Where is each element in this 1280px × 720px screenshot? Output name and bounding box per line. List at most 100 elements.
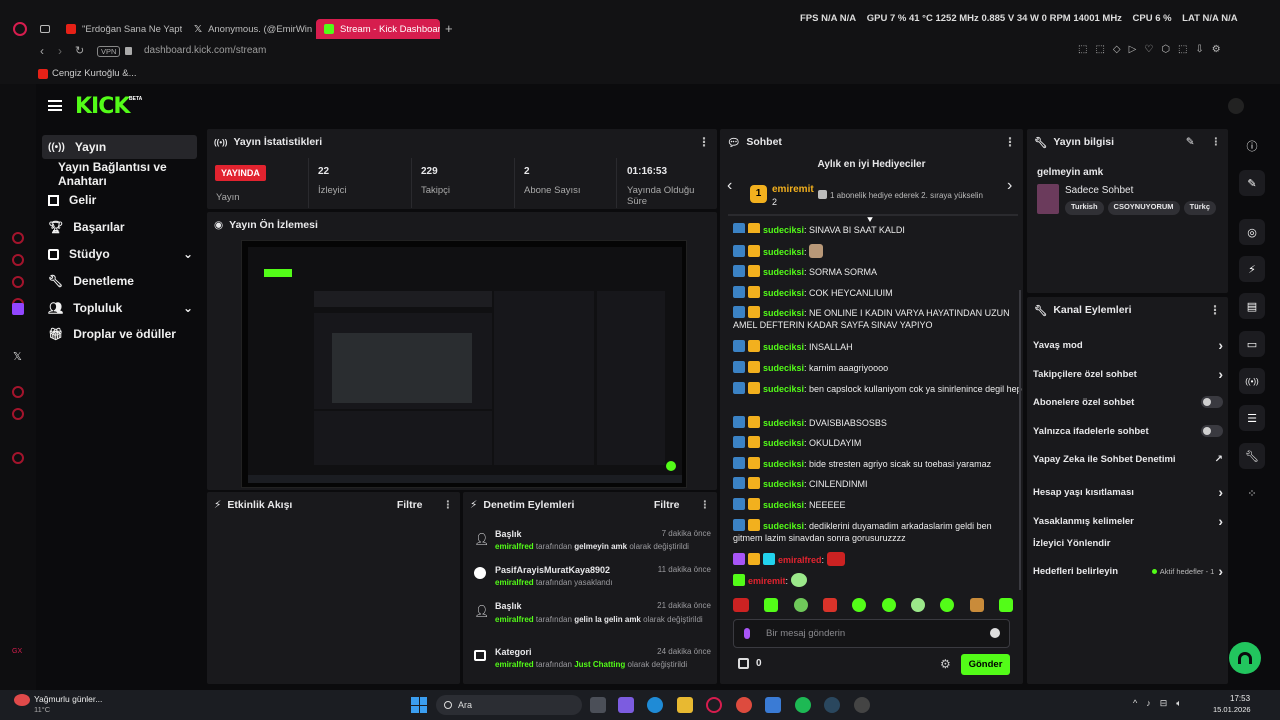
tray-icons[interactable]: ^♪⊟🔈︎ (1133, 698, 1191, 709)
chevron-left-icon[interactable]: ‹ (727, 177, 732, 195)
emote-icon[interactable] (910, 598, 925, 612)
weather-icon[interactable] (14, 694, 30, 706)
edit-icon[interactable]: ✎ (1239, 170, 1265, 196)
tab-x[interactable]: 𝕏Anonymous. (@EmirWinc... (186, 19, 312, 39)
bookmark-item[interactable]: Cengiz Kurtoğlu &... (52, 68, 137, 79)
back-icon[interactable]: ‹ (40, 44, 44, 58)
tag[interactable]: Turkish (1065, 201, 1104, 215)
channel-points[interactable]: 0 (738, 658, 762, 669)
user-avatar[interactable] (1228, 98, 1244, 114)
gifter-name[interactable]: emiremit (772, 184, 814, 195)
support-headset-icon[interactable] (1229, 642, 1261, 674)
chevron-right-icon[interactable]: › (1007, 177, 1012, 195)
toggle-switch[interactable] (1201, 396, 1223, 408)
more-options-icon[interactable]: ⋮ (443, 499, 454, 511)
filter-button[interactable]: Filtre (397, 499, 423, 511)
kick-logo[interactable]: KICK (75, 94, 130, 119)
more-options-icon[interactable]: ⋮ (1004, 135, 1016, 149)
sidebar-app-icon[interactable] (12, 386, 24, 398)
clock-time[interactable]: 17:53 (1230, 694, 1250, 703)
layout-icon[interactable]: ☰ (1239, 405, 1265, 431)
sidebar-app-icon[interactable] (12, 254, 24, 266)
opera-gx-icon[interactable] (706, 697, 722, 713)
edit-icon[interactable]: ✎ (1186, 136, 1195, 148)
app-icon[interactable] (854, 697, 870, 713)
store-icon[interactable] (765, 697, 781, 713)
emote-icon[interactable] (998, 598, 1013, 612)
more-options-icon[interactable]: ⋮ (698, 135, 710, 149)
nav-item-basarilar[interactable]: 🏆︎ Başarılar (42, 215, 197, 239)
new-tab-button[interactable]: + (445, 21, 453, 36)
steam-icon[interactable] (824, 697, 840, 713)
spotify-icon[interactable] (795, 697, 811, 713)
action-followers-only[interactable]: Takipçilere özel sohbet › (1033, 366, 1223, 382)
action-host[interactable]: İzleyici Yönlendir (1033, 538, 1223, 549)
action-account-age[interactable]: Hesap yaşı kısıtlaması › (1033, 484, 1223, 500)
emote-icon[interactable] (969, 598, 984, 612)
document-icon[interactable]: ▤ (1239, 293, 1265, 319)
emote-icon[interactable] (940, 598, 955, 612)
x-icon[interactable]: 𝕏 (13, 350, 22, 363)
history-icon[interactable] (12, 408, 24, 420)
nav-item-yayin[interactable]: ((•)) Yayın (42, 135, 197, 159)
toggle-switch[interactable] (1201, 425, 1223, 437)
info-icon[interactable]: ⓘ (1239, 133, 1265, 159)
action-goals[interactable]: Hedefleri belirleyin Aktif hedefler - 1 › (1033, 563, 1223, 579)
tab-youtube[interactable]: "Erdoğan Sana Ne Yaptı.." (58, 19, 182, 39)
stream-preview-video[interactable] (241, 240, 687, 488)
camera-icon[interactable]: ◎ (1239, 219, 1265, 245)
more-options-icon[interactable]: ⋮ (1209, 303, 1221, 317)
chat-scrollbar[interactable] (1019, 290, 1021, 590)
taskbar-search[interactable]: Ara (436, 695, 582, 715)
filter-button[interactable]: Filtre (654, 499, 680, 511)
forward-icon[interactable]: › (58, 44, 62, 58)
nav-item-denetleme[interactable]: 🔧︎ Denetleme (42, 269, 197, 293)
sidebar-app-icon[interactable] (12, 232, 24, 244)
explorer-icon[interactable] (677, 697, 693, 713)
more-options-icon[interactable]: ⋮ (700, 499, 711, 511)
emote-icon[interactable] (733, 598, 749, 612)
nav-item-studyo[interactable]: Stüdyo ⌄ (42, 242, 197, 266)
tag[interactable]: Türkç (1183, 201, 1216, 215)
tab-manager-icon[interactable] (40, 25, 50, 33)
hamburger-menu-icon[interactable] (48, 100, 62, 111)
emote-icon[interactable] (852, 598, 867, 612)
app-icon[interactable] (618, 697, 634, 713)
browser-toolbar-icons[interactable]: ⬚⬚◇▷♡⬡⬚⇩⚙ (1078, 44, 1229, 55)
edge-icon[interactable] (647, 697, 663, 713)
settings-icon[interactable] (12, 452, 24, 464)
chat-input[interactable]: Bir mesaj gönderin (733, 619, 1010, 648)
apps-icon[interactable]: ⁘ (1239, 480, 1265, 506)
wrench-icon[interactable]: 🔧︎ (1239, 443, 1265, 469)
clock-date[interactable]: 15.01.2026 (1213, 705, 1251, 714)
category-name[interactable]: Sadece Sohbet (1065, 185, 1133, 196)
nav-item-topluluk[interactable]: 👥︎ Topluluk ⌄ (42, 296, 197, 320)
action-ai-moderation[interactable]: Yapay Zeka ile Sohbet Denetimi ↗ (1033, 454, 1223, 465)
emote-icon[interactable] (764, 598, 779, 612)
emote-icon[interactable] (793, 598, 808, 612)
nav-item-gelir[interactable]: Gelir (42, 188, 197, 212)
category-thumbnail[interactable] (1037, 184, 1059, 214)
opera-logo-icon[interactable] (13, 22, 27, 36)
mic-icon[interactable] (744, 628, 750, 639)
chat-icon[interactable]: ▭ (1239, 331, 1265, 357)
emoji-picker-icon[interactable] (990, 628, 1000, 638)
action-banned-words[interactable]: Yasaklanmış kelimeler › (1033, 513, 1223, 529)
tag[interactable]: CSOYNUYORUM (1107, 201, 1180, 215)
chrome-icon[interactable] (736, 697, 752, 713)
more-options-icon[interactable]: ⋮ (1211, 136, 1222, 148)
bolt-icon[interactable]: ⚡︎ (1239, 256, 1265, 282)
weather-text[interactable]: Yağmurlu günler... (34, 694, 102, 704)
emote-icon[interactable] (822, 598, 837, 612)
broadcast-icon[interactable]: ((•)) (1239, 368, 1265, 394)
chat-settings-icon[interactable]: ⚙ (940, 657, 951, 671)
sidebar-app-icon[interactable] (12, 276, 24, 288)
vpn-badge[interactable]: VPN (97, 46, 121, 57)
twitch-icon[interactable] (12, 303, 24, 315)
action-slow-mode[interactable]: Yavaş mod › (1033, 337, 1223, 353)
nav-item-stream-key[interactable]: Yayın Bağlantısı ve Anahtarı (52, 160, 204, 188)
emote-icon[interactable] (881, 598, 896, 612)
nav-item-droplar[interactable]: 🎁︎ Droplar ve ödüller (42, 322, 197, 346)
reload-icon[interactable]: ↻ (75, 44, 84, 57)
start-button[interactable] (411, 697, 427, 713)
